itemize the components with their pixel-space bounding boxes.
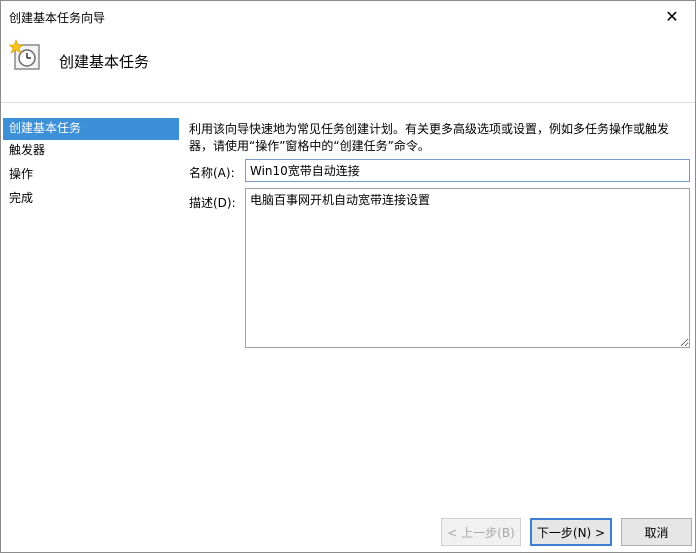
window-title: 创建基本任务向导 (9, 11, 106, 25)
cancel-button[interactable]: 取消 (621, 518, 692, 546)
name-label: 名称(A): (189, 166, 235, 180)
next-button[interactable]: 下一步(N) > (530, 518, 612, 546)
title-bar: 创建基本任务向导 ✕ (1, 1, 695, 31)
description-textarea[interactable]: 电脑百事网开机自动宽带连接设置 (245, 188, 690, 348)
clock-wizard-icon (9, 39, 40, 70)
step-action[interactable]: 操作 (3, 164, 179, 188)
back-button[interactable]: < 上一步(B) (441, 518, 521, 546)
description-label: 描述(D): (189, 196, 236, 210)
step-finish[interactable]: 完成 (3, 188, 179, 212)
page-title: 创建基本任务 (59, 53, 150, 71)
wizard-content: 利用该向导快速地为常见任务创建计划。有关更多高级选项或设置，例如多任务操作或触发… (189, 121, 689, 155)
wizard-description: 利用该向导快速地为常见任务创建计划。有关更多高级选项或设置，例如多任务操作或触发… (189, 122, 670, 153)
name-input[interactable] (245, 159, 690, 182)
wizard-window: 创建基本任务向导 ✕ 创建基本任务 创建基本任务 触发器 操作 完成 利用该向导… (0, 0, 696, 553)
close-icon: ✕ (665, 6, 679, 26)
step-trigger[interactable]: 触发器 (3, 140, 179, 164)
step-create-basic-task[interactable]: 创建基本任务 (3, 118, 179, 140)
header-divider (1, 102, 695, 103)
wizard-steps: 创建基本任务 触发器 操作 完成 (3, 118, 179, 212)
close-button[interactable]: ✕ (649, 1, 695, 31)
